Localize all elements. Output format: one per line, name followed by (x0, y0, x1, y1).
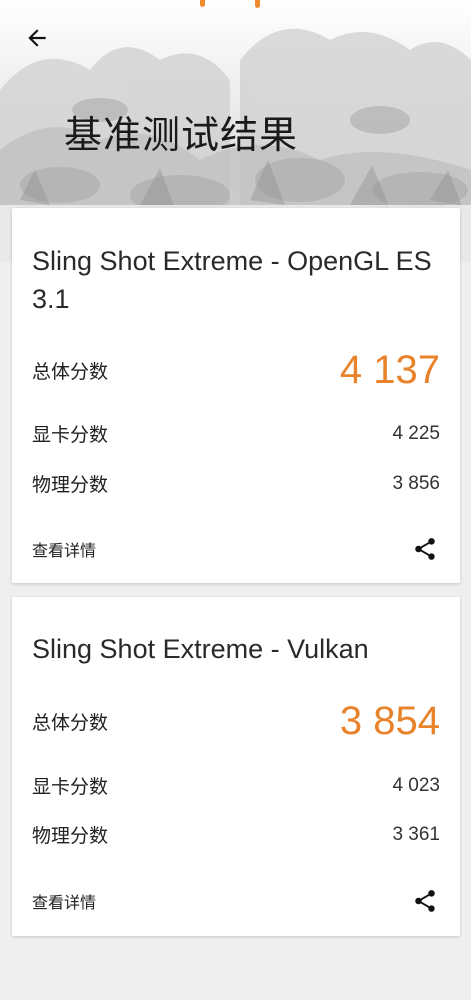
physics-score-row: 物理分数 3 856 (32, 470, 440, 497)
accent-mark (200, 0, 205, 7)
view-details-link[interactable]: 查看详情 (32, 537, 96, 561)
physics-score-value: 3 361 (392, 823, 440, 845)
total-score-value: 3 854 (339, 699, 440, 743)
gpu-score-label: 显卡分数 (32, 424, 109, 446)
page-title: 基准测试结果 (64, 113, 299, 157)
result-card-vulkan: Sling Shot Extreme - Vulkan 总体分数 3 854 显… (12, 597, 460, 936)
share-icon (415, 538, 435, 560)
total-score-label: 总体分数 (32, 361, 109, 383)
back-button[interactable] (16, 20, 58, 56)
share-button[interactable] (410, 886, 440, 916)
physics-score-value: 3 856 (392, 472, 440, 494)
physics-score-label: 物理分数 (32, 474, 109, 496)
physics-score-row: 物理分数 3 361 (32, 821, 440, 848)
total-score-value: 4 137 (339, 348, 440, 392)
arrow-back-icon (28, 29, 46, 47)
gpu-score-value: 4 225 (392, 422, 440, 444)
physics-score-label: 物理分数 (32, 825, 109, 847)
card-footer: 查看详情 (32, 886, 440, 916)
share-button[interactable] (410, 534, 440, 564)
share-icon (415, 890, 435, 912)
total-score-row: 总体分数 4 137 (32, 348, 440, 393)
gpu-score-value: 4 023 (392, 774, 440, 796)
test-title: Sling Shot Extreme - OpenGL ES 3.1 (32, 246, 432, 314)
total-score-row: 总体分数 3 854 (32, 699, 440, 744)
view-details-link[interactable]: 查看详情 (32, 889, 96, 913)
card-footer: 查看详情 (32, 534, 440, 564)
results-screen: 基准测试结果 Sling Shot Extreme - OpenGL ES 3.… (0, 0, 471, 1000)
result-card-opengl: Sling Shot Extreme - OpenGL ES 3.1 总体分数 … (12, 208, 460, 583)
test-title: Sling Shot Extreme - Vulkan (32, 634, 369, 664)
total-score-label: 总体分数 (32, 712, 109, 734)
gpu-score-row: 显卡分数 4 023 (32, 772, 440, 799)
gpu-score-label: 显卡分数 (32, 776, 109, 798)
gpu-score-row: 显卡分数 4 225 (32, 420, 440, 447)
accent-mark (255, 0, 260, 8)
